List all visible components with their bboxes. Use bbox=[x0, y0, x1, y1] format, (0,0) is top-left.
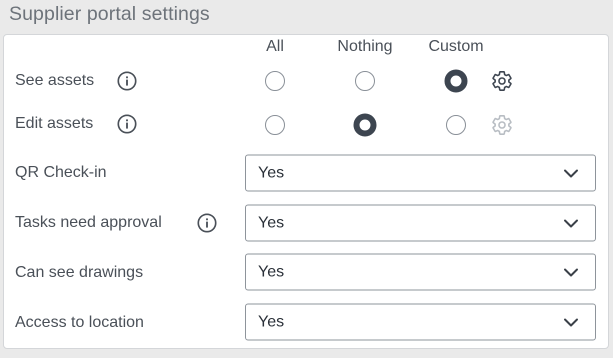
select-value: Yes bbox=[258, 214, 285, 231]
chevron-down-icon bbox=[564, 268, 578, 276]
page-title: Supplier portal settings bbox=[9, 3, 210, 25]
column-header-nothing: Nothing bbox=[337, 38, 393, 55]
see-assets-label: See assets bbox=[15, 72, 95, 89]
select-value: Yes bbox=[258, 313, 285, 330]
info-icon[interactable] bbox=[116, 113, 138, 135]
column-header-all: All bbox=[266, 38, 284, 55]
see-assets-radio-nothing[interactable] bbox=[355, 71, 375, 91]
column-header-custom: Custom bbox=[428, 38, 484, 55]
see-assets-radio-all[interactable] bbox=[265, 71, 285, 91]
edit-assets-radio-nothing[interactable] bbox=[353, 113, 377, 137]
tasks-need-approval-select[interactable]: Yes bbox=[245, 204, 596, 242]
edit-assets-radio-all[interactable] bbox=[265, 115, 285, 135]
select-value: Yes bbox=[258, 164, 285, 181]
edit-assets-label: Edit assets bbox=[15, 115, 94, 132]
access-to-location-label: Access to location bbox=[15, 314, 144, 331]
qr-check-in-label: QR Check-in bbox=[15, 164, 107, 181]
see-assets-radio-custom[interactable] bbox=[444, 69, 468, 93]
gear-icon bbox=[492, 115, 512, 135]
gear-icon[interactable] bbox=[491, 70, 513, 92]
chevron-down-icon bbox=[564, 318, 578, 326]
access-to-location-select[interactable]: Yes bbox=[245, 303, 596, 341]
info-icon[interactable] bbox=[196, 212, 218, 234]
chevron-down-icon bbox=[564, 169, 578, 177]
info-icon[interactable] bbox=[116, 70, 138, 92]
qr-check-in-select[interactable]: Yes bbox=[245, 154, 596, 192]
can-see-drawings-select[interactable]: Yes bbox=[245, 253, 596, 291]
can-see-drawings-label: Can see drawings bbox=[15, 264, 144, 281]
tasks-need-approval-label: Tasks need approval bbox=[15, 214, 162, 231]
chevron-down-icon bbox=[564, 219, 578, 227]
select-value: Yes bbox=[258, 263, 285, 280]
edit-assets-radio-custom[interactable] bbox=[446, 115, 466, 135]
